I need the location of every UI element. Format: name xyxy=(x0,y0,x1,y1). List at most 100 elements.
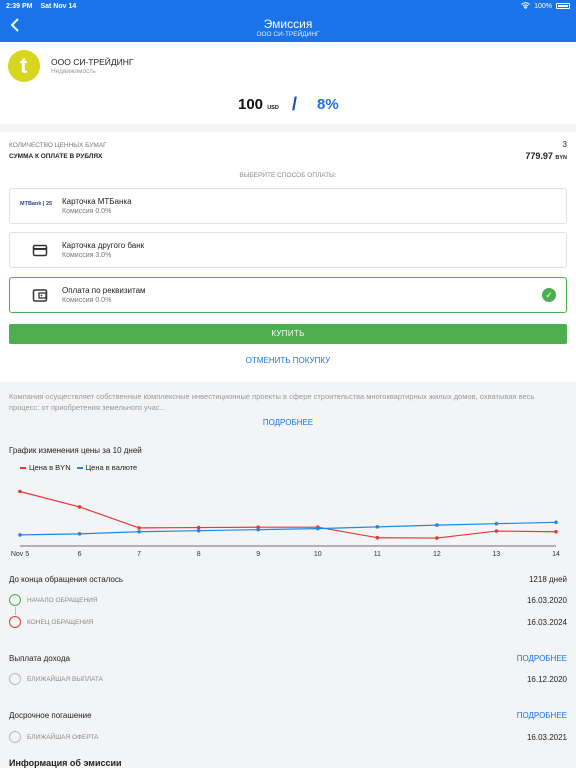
series-point-1 xyxy=(18,533,22,537)
series-point-1 xyxy=(315,526,320,531)
nav-bar: Эмиссия ООО СИ-ТРЕЙДИНГ xyxy=(0,12,576,42)
x-tick-label: 9 xyxy=(256,551,260,558)
redemption-next-date: 16.03.2021 xyxy=(526,733,567,742)
status-bar: 2:39 PM Sat Nov 14 100% xyxy=(0,0,576,12)
page-subtitle: ООО СИ-ТРЕЙДИНГ xyxy=(256,31,320,38)
x-tick-label: 7 xyxy=(137,551,141,558)
payment-option-fee: Комиссия 3.0% xyxy=(62,252,112,259)
qty-value: 3 xyxy=(562,140,567,149)
legend-label-currency: Цена в валюте xyxy=(85,463,138,472)
choose-payment-label: ВЫБЕРИТЕ СПОСОБ ОПЛАТЫ: xyxy=(239,172,337,179)
circulation-end-label: КОНЕЦ ОБРАЩЕНИЯ xyxy=(27,619,94,626)
series-line-0 xyxy=(19,490,557,539)
price-rate: 8% xyxy=(317,96,339,113)
price-chart: Nov 5 6 7 8 9 10 11 12 13 14 xyxy=(11,489,560,558)
income-label: Выплата дохода xyxy=(9,654,70,663)
battery-percent: 100% xyxy=(534,2,552,10)
series-point-0 xyxy=(137,526,141,530)
circulation-end-date: 16.03.2024 xyxy=(526,618,567,627)
series-point-1 xyxy=(196,528,201,533)
income-more-link[interactable]: ПОДРОБНЕЕ xyxy=(517,654,567,663)
income-row: Выплата дохода ПОДРОБНЕЕ xyxy=(9,654,567,663)
redemption-circle-icon xyxy=(9,731,21,743)
income-next-date: 16.12.2020 xyxy=(526,675,567,684)
price-separator: / xyxy=(292,94,298,114)
price-amount: 100 xyxy=(238,96,264,113)
series-point-1 xyxy=(256,527,261,532)
series-point-1 xyxy=(137,529,141,534)
company-description: Компания осуществляет собственные компле… xyxy=(9,392,535,412)
legend-swatch-byn xyxy=(20,467,26,470)
company-name: ООО СИ-ТРЕЙДИНГ xyxy=(51,57,134,67)
description-more-link[interactable]: ПОДРОБНЕЕ xyxy=(0,418,576,427)
series-point-1 xyxy=(435,523,439,527)
page-title: Эмиссия xyxy=(263,17,313,31)
company-logo: t xyxy=(8,50,40,82)
redemption-row: Досрочное погашение ПОДРОБНЕЕ xyxy=(9,711,567,720)
series-point-0 xyxy=(375,535,380,540)
payment-option-name: Оплата по реквизитам xyxy=(62,286,146,295)
circulation-start-label: НАЧАЛО ОБРАЩЕНИЯ xyxy=(27,597,98,604)
series-point-1 xyxy=(77,532,82,536)
legend-swatch-currency xyxy=(76,467,83,470)
series-point-1 xyxy=(375,525,380,529)
series-point-0 xyxy=(554,529,558,534)
income-circle-icon xyxy=(9,673,21,685)
circulation-value: 1218 дней xyxy=(528,575,567,584)
emission-info-title: Информация об эмиссии xyxy=(9,758,122,768)
sum-value: 779.97 xyxy=(525,151,553,161)
buy-button[interactable]: КУПИТЬ xyxy=(9,324,567,344)
x-tick-label: 12 xyxy=(433,551,441,558)
company-card xyxy=(0,42,576,124)
payment-option-mtbank[interactable]: MTBank | 25 Карточка МТБанка Комиссия 0.… xyxy=(9,188,567,224)
price-currency: USD xyxy=(267,105,279,111)
wifi-icon xyxy=(521,1,530,11)
circulation-row: До конца обращения осталось 1218 дней xyxy=(9,575,567,584)
checkmark-icon: ✓ xyxy=(542,288,556,302)
series-point-0 xyxy=(196,525,201,530)
mtbank-logo-icon: MTBank | 25 xyxy=(20,201,53,207)
x-tick-label: 10 xyxy=(314,551,322,558)
redemption-label: Досрочное погашение xyxy=(9,711,92,720)
timeline-connector xyxy=(15,607,16,615)
chart-title: График изменения цены за 10 дней xyxy=(9,446,142,455)
payment-option-name: Карточка другого банк xyxy=(62,241,145,250)
income-next-label: БЛИЖАЙШАЯ ВЫПЛАТА xyxy=(27,676,103,683)
cancel-purchase-button[interactable]: ОТМЕНИТЬ ПОКУПКУ xyxy=(0,356,576,365)
sum-currency: BYN xyxy=(555,155,567,161)
legend-item-byn: Цена в BYN xyxy=(20,463,71,472)
payment-option-name: Карточка МТБанка xyxy=(62,197,132,206)
payment-option-fee: Комиссия 0.0% xyxy=(62,297,112,304)
qty-label: КОЛИЧЕСТВО ЦЕННЫХ БУМАГ xyxy=(9,142,107,149)
redemption-next-label: БЛИЖАЙШАЯ ОФЕРТА xyxy=(27,734,99,741)
legend-label-byn: Цена в BYN xyxy=(29,463,71,472)
order-card: КОЛИЧЕСТВО ЦЕННЫХ БУМАГ 3 СУММА К ОПЛАТЕ… xyxy=(0,132,576,382)
series-point-0 xyxy=(435,536,439,540)
status-date: Sat Nov 14 xyxy=(40,2,77,10)
circulation-start-date: 16.03.2020 xyxy=(526,596,567,605)
status-time: 2:39 PM xyxy=(6,2,33,10)
redemption-more-link[interactable]: ПОДРОБНЕЕ xyxy=(517,711,567,720)
x-tick-label: 6 xyxy=(78,551,82,558)
circulation-label: До конца обращения осталось xyxy=(9,575,124,584)
sum-label: СУММА К ОПЛАТЕ В РУБЛЯХ xyxy=(9,153,103,160)
card-icon xyxy=(32,244,50,257)
legend-item-currency: Цена в валюте xyxy=(76,463,138,472)
x-tick-label: 11 xyxy=(374,551,381,558)
payment-option-other-bank[interactable]: Карточка другого банк Комиссия 3.0% xyxy=(9,232,567,268)
payment-option-fee: Комиссия 0.0% xyxy=(62,208,112,215)
sum-value-wrap: 779.97 BYN xyxy=(525,151,567,161)
payment-option-requisites[interactable]: Оплата по реквизитам Комиссия 0.0% ✓ xyxy=(9,277,567,313)
x-tick-label: 8 xyxy=(197,551,201,558)
battery-icon xyxy=(556,3,570,9)
x-tick-label: 14 xyxy=(552,551,560,558)
series-point-1 xyxy=(494,521,499,526)
chart-legend: Цена в BYN Цена в валюте xyxy=(20,463,137,472)
series-point-1 xyxy=(554,520,558,525)
series-point-0 xyxy=(77,505,82,509)
company-logo-letter: t xyxy=(20,53,28,78)
series-point-0 xyxy=(494,529,499,533)
start-circle-icon xyxy=(9,594,21,606)
wallet-icon xyxy=(32,289,50,302)
end-circle-icon xyxy=(9,616,21,628)
